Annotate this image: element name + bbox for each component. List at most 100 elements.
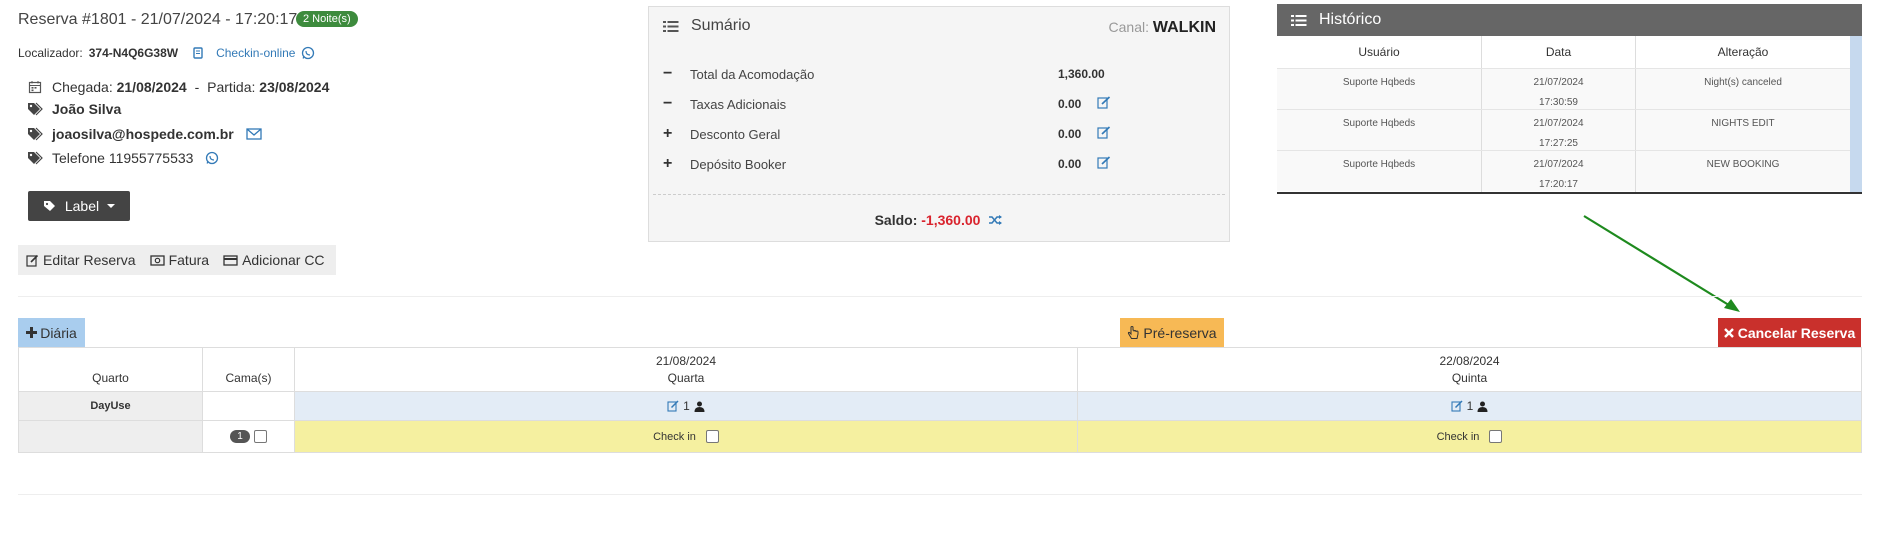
shuffle-icon[interactable] (988, 214, 1003, 226)
book-icon[interactable] (192, 47, 204, 59)
diaria-label: Diária (40, 324, 77, 341)
edit-reservation-button[interactable]: Editar Reserva (26, 252, 136, 268)
summary-row-label: Depósito Booker (690, 157, 787, 172)
summary-row-label: Taxas Adicionais (690, 97, 787, 112)
canal-label: Canal: (1108, 19, 1149, 35)
add-cc-label: Adicionar CC (242, 252, 325, 268)
day-weekday: Quarta (667, 370, 705, 385)
col-header-quarto: Quarto (19, 348, 203, 391)
tags-icon (26, 151, 44, 165)
checkin-row: 1 Check in Check in (19, 420, 1861, 452)
money-icon (149, 254, 165, 266)
edit-icon[interactable] (1097, 96, 1111, 109)
checkin-online-link[interactable]: Checkin-online (216, 46, 295, 60)
history-col-user: Usuário (1277, 36, 1482, 68)
add-diaria-button[interactable]: Diária (18, 318, 85, 347)
tags-icon (26, 102, 44, 116)
day-weekday: Quinta (1451, 370, 1488, 385)
edit-icon[interactable] (1097, 156, 1111, 169)
guest-phone: Telefone 11955775533 (52, 150, 194, 166)
hand-pointer-icon (1127, 325, 1139, 340)
edit-icon[interactable] (1451, 400, 1463, 412)
phone-line: Telefone 11955775533 (26, 150, 219, 166)
history-user: Suporte Hqbeds (1277, 69, 1482, 110)
canal-info: Canal: WALKIN (1109, 19, 1216, 37)
chegada-label: Chegada: (52, 79, 113, 95)
bed-checkbox[interactable] (253, 430, 267, 443)
guest-email: joaosilva@hospede.com.br (52, 126, 234, 142)
checkin-checkbox[interactable] (1489, 430, 1503, 443)
label-dropdown-button[interactable]: Label (28, 191, 130, 221)
checkin-label: Check in (653, 430, 696, 443)
email-line: joaosilva@hospede.com.br (26, 126, 262, 142)
localizador-label: Localizador: (18, 46, 83, 60)
edit-icon[interactable] (667, 400, 679, 412)
history-datetime: 21/07/2024 17:30:59 (1482, 69, 1636, 110)
canal-value: WALKIN (1152, 19, 1216, 36)
chegada-value: 21/08/2024 (116, 79, 187, 95)
tag-icon (43, 200, 57, 212)
history-date: 21/07/2024 (1533, 77, 1584, 88)
minus-icon: − (663, 65, 673, 82)
saldo-value: -1,360.00 (921, 212, 981, 228)
history-table: Usuário Data Alteração Suporte Hqbeds 21… (1277, 36, 1850, 192)
invoice-label: Fatura (168, 252, 210, 268)
edit-reservation-label: Editar Reserva (43, 252, 136, 268)
reservation-title: Reserva #1801 - 21/07/2024 - 17:20:17 (18, 11, 298, 28)
history-row: Suporte Hqbeds 21/07/2024 17:30:59 Night… (1277, 68, 1850, 110)
section-divider (18, 494, 1862, 495)
history-title: Histórico (1319, 11, 1382, 28)
summary-row-value: 1,360.00 (1058, 67, 1105, 81)
plus-icon: + (663, 125, 673, 142)
history-datetime: 21/07/2024 17:20:17 (1482, 151, 1636, 192)
room-grid: Quarto Cama(s) 21/08/2024 Quarta 22/08/2… (18, 347, 1862, 453)
whatsapp-icon[interactable] (205, 151, 219, 165)
pre-reserva-label: Pré-reserva (1143, 324, 1217, 341)
summary-title-text: Sumário (691, 17, 751, 34)
guests-row: 1 1 (19, 391, 1861, 420)
summary-title: Sumário (663, 17, 751, 35)
history-user: Suporte Hqbeds (1277, 151, 1482, 192)
summary-row-value: 0.00 (1058, 157, 1082, 171)
history-header: Histórico (1277, 4, 1862, 36)
invoice-button[interactable]: Fatura (149, 252, 210, 268)
dates-line: Chegada: 21/08/2024 - Partida: 23/08/202… (26, 79, 329, 95)
checkin-checkbox[interactable] (705, 430, 719, 443)
history-col-change: Alteração (1717, 45, 1769, 59)
list-icon (663, 20, 679, 33)
guest-name-line: João Silva (26, 101, 121, 117)
pre-reserva-button[interactable]: Pré-reserva (1120, 318, 1224, 347)
cancel-reservation-label: Cancelar Reserva (1737, 324, 1856, 341)
summary-divider (653, 194, 1225, 195)
history-row: Suporte Hqbeds 21/07/2024 17:20:17 NEW B… (1277, 150, 1850, 192)
summary-row-value: 0.00 (1058, 127, 1082, 141)
saldo-label: Saldo: (874, 212, 918, 228)
history-date: 21/07/2024 (1533, 159, 1584, 170)
summary-row-value: 0.00 (1058, 97, 1082, 111)
checkin-label: Check in (1436, 430, 1480, 443)
credit-card-icon (223, 254, 238, 266)
col-header-camas: Cama(s) (203, 348, 295, 391)
minus-icon: − (663, 95, 673, 112)
history-scrollbar[interactable] (1850, 36, 1862, 192)
nights-badge: 2 Noite(s) (296, 11, 358, 27)
envelope-icon[interactable] (246, 128, 262, 140)
label-button-text: Label (64, 198, 100, 214)
history-change: NEW BOOKING (1706, 159, 1780, 170)
whatsapp-icon[interactable] (301, 46, 315, 60)
day-date: 21/08/2024 (655, 353, 717, 368)
section-divider (18, 296, 1862, 297)
dates-separator: - (194, 79, 200, 95)
guest-name: João Silva (52, 101, 122, 117)
cancel-reservation-button[interactable]: Cancelar Reserva (1718, 318, 1861, 347)
localizador-value: 374-N4Q6G38W (88, 46, 179, 60)
summary-row: − Taxas Adicionais 0.00 (663, 95, 1213, 115)
add-cc-button[interactable]: Adicionar CC (223, 252, 325, 268)
summary-row: − Total da Acomodação 1,360.00 (663, 65, 1213, 85)
history-row: Suporte Hqbeds 21/07/2024 17:27:25 NIGHT… (1277, 109, 1850, 151)
day-guests-cell[interactable]: 1 (1078, 392, 1861, 420)
edit-icon[interactable] (1097, 126, 1111, 139)
plus-icon (26, 327, 38, 338)
day-guests-cell[interactable]: 1 (295, 392, 1078, 420)
col-header-day: 21/08/2024 Quarta (295, 348, 1078, 391)
